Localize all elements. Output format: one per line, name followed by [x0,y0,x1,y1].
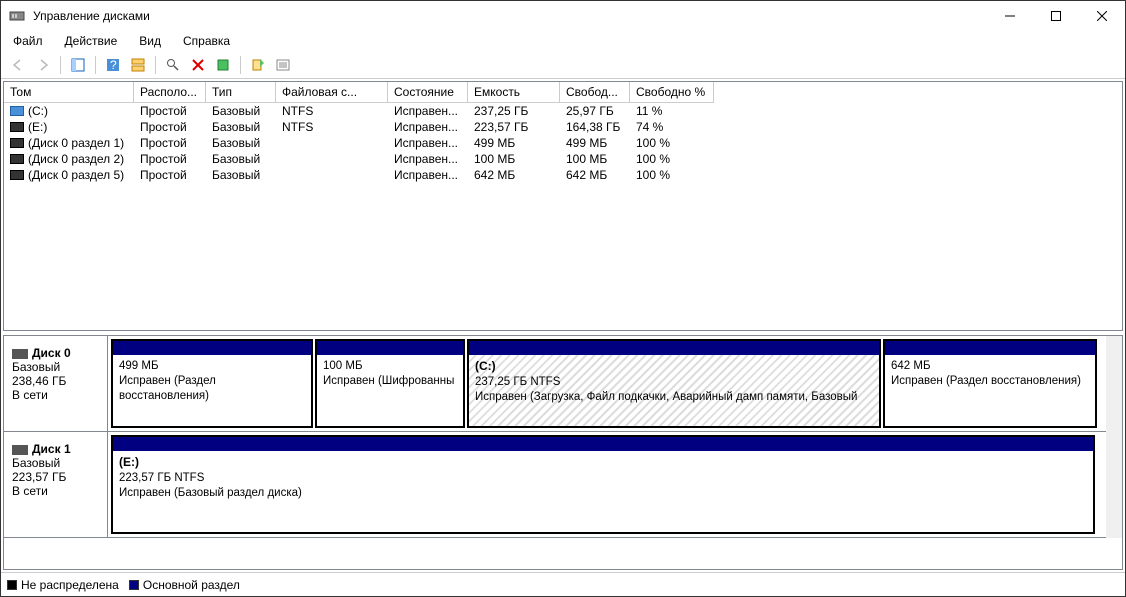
volume-icon [10,106,24,116]
partition-header [317,341,463,355]
column-capacity[interactable]: Емкость [468,82,560,103]
delete-icon[interactable] [187,54,209,76]
back-button[interactable] [7,54,29,76]
column-headers: Том Располо... Тип Файловая с... Состоян… [4,82,1122,103]
forward-button[interactable] [32,54,54,76]
disk-label[interactable]: Диск 1Базовый223,57 ГБВ сети [4,432,108,537]
toolbar-find-button[interactable] [162,54,184,76]
titlebar: Управление дисками [1,1,1125,31]
separator [60,56,61,74]
toolbar-panel-button[interactable] [67,54,89,76]
toolbar: ? [1,51,1125,79]
column-free[interactable]: Свобод... [560,82,630,103]
column-freepct[interactable]: Свободно % [630,82,714,103]
disk-graphical-view[interactable]: Диск 0Базовый238,46 ГБВ сети499 МБИсправ… [3,335,1123,570]
column-filesystem[interactable]: Файловая с... [276,82,388,103]
volume-icon [10,122,24,132]
partition[interactable]: (E:)223,57 ГБ NTFSИсправен (Базовый разд… [111,435,1095,534]
maximize-button[interactable] [1033,1,1079,31]
partition-header [113,341,311,355]
window-controls [987,1,1125,31]
app-icon [9,8,25,24]
svg-text:?: ? [110,58,117,72]
toolbar-format-button[interactable] [212,54,234,76]
volume-row[interactable]: (Диск 0 раздел 2)ПростойБазовыйИсправен.… [4,151,1122,167]
disk-icon [12,445,28,455]
partition[interactable]: 100 МБИсправен (Шифрованны [315,339,465,428]
volume-row[interactable]: (E:)ПростойБазовыйNTFSИсправен...223,57 … [4,119,1122,135]
volume-row[interactable]: (Диск 0 раздел 5)ПростойБазовыйИсправен.… [4,167,1122,183]
menu-file[interactable]: Файл [9,32,47,50]
volume-list[interactable]: Том Располо... Тип Файловая с... Состоян… [3,81,1123,331]
volume-row[interactable]: (Диск 0 раздел 1)ПростойБазовыйИсправен.… [4,135,1122,151]
disk-row: Диск 1Базовый223,57 ГБВ сети(E:)223,57 Г… [4,432,1106,538]
menu-view[interactable]: Вид [135,32,165,50]
column-volume[interactable]: Том [4,82,134,103]
legend-unallocated: Не распределена [7,578,119,592]
toolbar-layout-button[interactable] [127,54,149,76]
partition[interactable]: (C:)237,25 ГБ NTFSИсправен (Загрузка, Фа… [467,339,881,428]
help-icon[interactable]: ? [102,54,124,76]
separator [95,56,96,74]
column-status[interactable]: Состояние [388,82,468,103]
column-layout[interactable]: Располо... [134,82,206,103]
swatch-unallocated [7,580,17,590]
volume-icon [10,170,24,180]
disk-row: Диск 0Базовый238,46 ГБВ сети499 МБИсправ… [4,336,1106,432]
swatch-primary [129,580,139,590]
legend-primary: Основной раздел [129,578,240,592]
window-title: Управление дисками [33,9,987,23]
partition[interactable]: 499 МБИсправен (Раздел восстановления) [111,339,313,428]
minimize-button[interactable] [987,1,1033,31]
disk-icon [12,349,28,359]
volume-row[interactable]: (C:)ПростойБазовыйNTFSИсправен...237,25 … [4,103,1122,119]
menubar: Файл Действие Вид Справка [1,31,1125,51]
close-button[interactable] [1079,1,1125,31]
menu-action[interactable]: Действие [61,32,122,50]
toolbar-properties-button[interactable] [272,54,294,76]
scrollbar-vertical[interactable] [1106,336,1122,538]
column-type[interactable]: Тип [206,82,276,103]
partition-header [469,341,879,355]
partition-header [113,437,1093,451]
legend: Не распределена Основной раздел [1,572,1125,596]
partition-header [885,341,1095,355]
menu-help[interactable]: Справка [179,32,234,50]
volume-icon [10,154,24,164]
separator [155,56,156,74]
separator [240,56,241,74]
volume-icon [10,138,24,148]
disk-label[interactable]: Диск 0Базовый238,46 ГБВ сети [4,336,108,431]
toolbar-new-button[interactable] [247,54,269,76]
partition[interactable]: 642 МБИсправен (Раздел восстановления) [883,339,1097,428]
